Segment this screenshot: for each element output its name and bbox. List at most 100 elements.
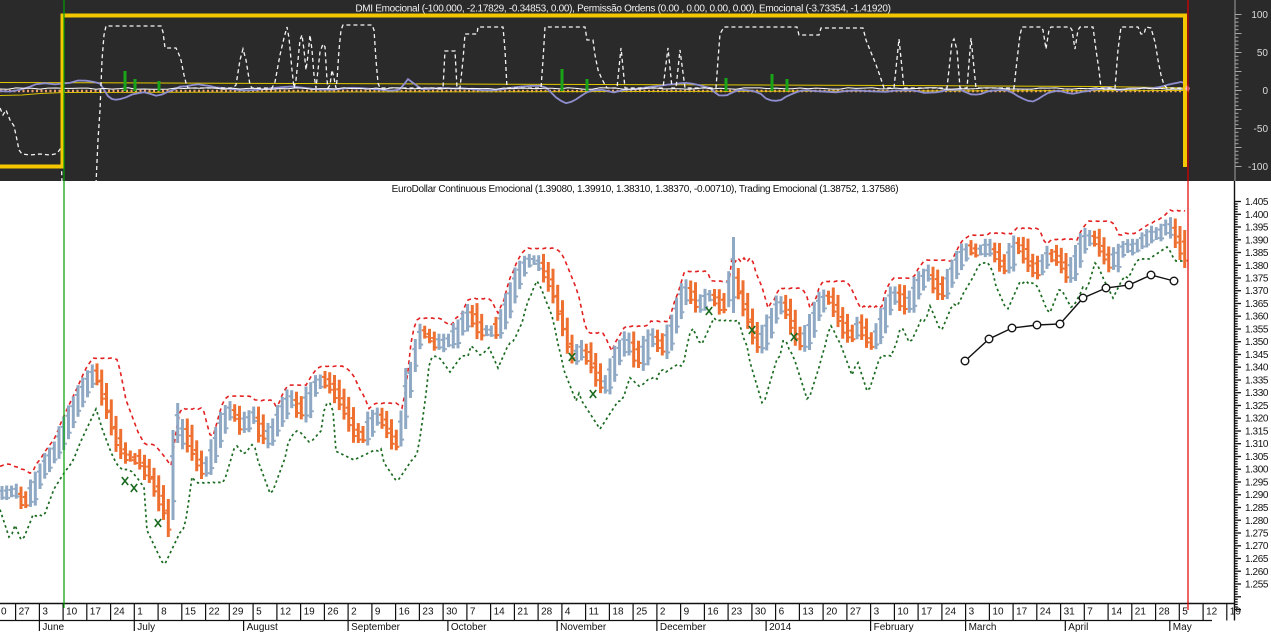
svg-text:14: 14: [1111, 607, 1123, 618]
svg-text:1.365: 1.365: [1245, 299, 1269, 310]
svg-text:17: 17: [90, 607, 102, 618]
svg-text:10: 10: [992, 607, 1004, 618]
svg-text:22: 22: [209, 607, 221, 618]
svg-text:1.335: 1.335: [1245, 376, 1269, 387]
svg-text:1.285: 1.285: [1245, 503, 1269, 514]
svg-text:21: 21: [1135, 607, 1147, 618]
svg-text:14: 14: [494, 607, 506, 618]
svg-text:1.295: 1.295: [1245, 478, 1269, 489]
svg-text:1.310: 1.310: [1245, 439, 1269, 450]
svg-text:1.355: 1.355: [1245, 325, 1269, 336]
svg-text:May: May: [1173, 622, 1192, 632]
svg-text:October: October: [451, 622, 487, 632]
svg-text:1.390: 1.390: [1245, 235, 1269, 246]
svg-text:1.380: 1.380: [1245, 261, 1269, 272]
svg-text:July: July: [137, 622, 155, 632]
svg-text:23: 23: [731, 607, 743, 618]
svg-text:August: August: [247, 622, 278, 632]
svg-text:28: 28: [1159, 607, 1171, 618]
svg-text:24: 24: [114, 607, 126, 618]
svg-text:10: 10: [897, 607, 909, 618]
svg-text:10: 10: [66, 607, 78, 618]
svg-text:1.405: 1.405: [1245, 197, 1269, 208]
svg-text:2014: 2014: [769, 622, 792, 632]
svg-text:27: 27: [19, 607, 31, 618]
svg-text:1.300: 1.300: [1245, 465, 1269, 476]
svg-text:1.375: 1.375: [1245, 274, 1269, 285]
svg-text:28: 28: [541, 607, 553, 618]
svg-text:20: 20: [826, 607, 838, 618]
svg-text:24: 24: [945, 607, 957, 618]
svg-text:6: 6: [779, 607, 785, 618]
svg-text:February: February: [874, 622, 914, 632]
svg-text:17: 17: [921, 607, 933, 618]
svg-text:1.305: 1.305: [1245, 452, 1269, 463]
svg-text:3: 3: [874, 607, 880, 618]
svg-text:April: April: [1068, 622, 1088, 632]
svg-text:1.290: 1.290: [1245, 490, 1269, 501]
svg-text:1.255: 1.255: [1245, 580, 1269, 591]
svg-text:9: 9: [684, 607, 690, 618]
svg-text:19: 19: [304, 607, 316, 618]
svg-text:1: 1: [137, 607, 143, 618]
svg-text:5: 5: [256, 607, 262, 618]
svg-text:27: 27: [850, 607, 862, 618]
svg-text:24: 24: [1040, 607, 1052, 618]
svg-text:1.280: 1.280: [1245, 516, 1269, 527]
svg-text:26: 26: [327, 607, 339, 618]
svg-text:16: 16: [399, 607, 411, 618]
svg-text:3: 3: [42, 607, 48, 618]
svg-text:March: March: [969, 622, 997, 632]
svg-text:7: 7: [1087, 607, 1093, 618]
svg-text:1.340: 1.340: [1245, 363, 1269, 374]
svg-text:DMI Emocional (-100.000, -2.17: DMI Emocional (-100.000, -2.17829, -0.34…: [355, 4, 890, 15]
svg-text:June: June: [42, 622, 64, 632]
svg-text:3: 3: [969, 607, 975, 618]
svg-text:1.260: 1.260: [1245, 567, 1269, 578]
svg-text:15: 15: [185, 607, 197, 618]
svg-text:1.270: 1.270: [1245, 541, 1269, 552]
svg-text:1.345: 1.345: [1245, 350, 1269, 361]
svg-text:1.275: 1.275: [1245, 529, 1269, 540]
svg-text:30: 30: [446, 607, 458, 618]
svg-text:21: 21: [517, 607, 529, 618]
svg-text:1.350: 1.350: [1245, 337, 1269, 348]
svg-text:100: 100: [1251, 10, 1268, 21]
svg-text:1.360: 1.360: [1245, 312, 1269, 323]
svg-text:1.265: 1.265: [1245, 554, 1269, 565]
svg-text:1.325: 1.325: [1245, 401, 1269, 412]
svg-text:13: 13: [802, 607, 814, 618]
svg-text:31: 31: [1064, 607, 1076, 618]
svg-text:2: 2: [660, 607, 666, 618]
svg-text:4: 4: [565, 607, 571, 618]
svg-text:25: 25: [636, 607, 648, 618]
svg-text:12: 12: [280, 607, 292, 618]
svg-text:19: 19: [1230, 607, 1242, 618]
svg-text:December: December: [660, 622, 707, 632]
svg-text:9: 9: [375, 607, 381, 618]
svg-text:7: 7: [470, 607, 476, 618]
svg-text:16: 16: [707, 607, 719, 618]
svg-text:-50: -50: [1254, 124, 1269, 135]
svg-text:2: 2: [351, 607, 357, 618]
svg-text:1.315: 1.315: [1245, 427, 1269, 438]
svg-text:23: 23: [422, 607, 434, 618]
svg-text:1.385: 1.385: [1245, 248, 1269, 259]
svg-text:30: 30: [755, 607, 767, 618]
svg-text:1.400: 1.400: [1245, 210, 1269, 221]
svg-text:1.370: 1.370: [1245, 286, 1269, 297]
svg-text:8: 8: [161, 607, 167, 618]
svg-text:1.330: 1.330: [1245, 388, 1269, 399]
svg-text:1.395: 1.395: [1245, 223, 1269, 234]
svg-text:0: 0: [1, 607, 7, 618]
svg-text:-100: -100: [1248, 162, 1268, 173]
svg-text:11: 11: [589, 607, 600, 618]
svg-text:17: 17: [1016, 607, 1028, 618]
svg-text:EuroDollar Continuous Emociona: EuroDollar Continuous Emocional (1.39080…: [392, 184, 899, 195]
svg-text:50: 50: [1257, 48, 1269, 59]
svg-text:18: 18: [612, 607, 624, 618]
svg-text:0: 0: [1262, 86, 1268, 97]
svg-text:29: 29: [232, 607, 244, 618]
svg-text:1.320: 1.320: [1245, 414, 1269, 425]
svg-text:November: November: [560, 622, 607, 632]
